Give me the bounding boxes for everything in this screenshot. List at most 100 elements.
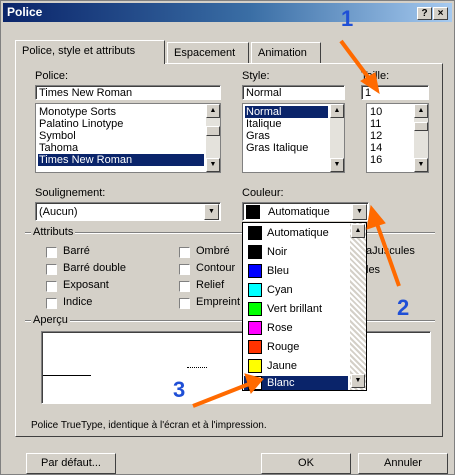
style-option[interactable]: Italique: [245, 118, 328, 130]
style-label: Style:: [242, 70, 270, 82]
style-input[interactable]: Normal: [242, 85, 345, 100]
style-list[interactable]: Normal Italique Gras Gras Italique ▲ ▼: [242, 103, 345, 173]
shadow-checkbox[interactable]: [179, 247, 190, 258]
color-option-pink[interactable]: Rose: [244, 319, 348, 338]
style-option[interactable]: Gras Italique: [245, 142, 328, 154]
outline-label: Contour: [196, 262, 236, 274]
color-option-label: Blanc: [267, 377, 295, 389]
preview-label: Aperçu: [31, 314, 70, 326]
size-scrollbar[interactable]: ▲ ▼: [414, 104, 428, 172]
size-option[interactable]: 12: [369, 130, 382, 142]
color-swatch: [248, 302, 262, 316]
outline-checkbox[interactable]: [179, 264, 190, 275]
subscript-checkbox[interactable]: [46, 298, 57, 309]
preview-note: Police TrueType, identique à l'écran et …: [31, 420, 267, 431]
color-option-cyan[interactable]: Cyan: [244, 281, 348, 300]
scroll-down-icon[interactable]: ▼: [414, 158, 428, 172]
cancel-button[interactable]: Annuler: [358, 453, 448, 474]
caps-label-fragment: aJuscules: [366, 245, 415, 257]
chevron-down-icon[interactable]: ▼: [204, 204, 219, 220]
color-option-label: Rose: [267, 322, 293, 334]
scroll-up-icon[interactable]: ▲: [351, 224, 365, 238]
scroll-down-icon[interactable]: ▼: [206, 158, 220, 172]
tab-font-style-attributes[interactable]: Police, style et attributs: [15, 40, 165, 64]
underline-label: Soulignement:: [35, 187, 106, 199]
color-swatch: [248, 359, 262, 373]
engrave-checkbox[interactable]: [179, 298, 190, 309]
color-option-white[interactable]: Blanc: [244, 376, 348, 390]
color-option-bright-green[interactable]: Vert brillant: [244, 300, 348, 319]
tab-animation[interactable]: Animation: [251, 42, 321, 63]
color-dropdown-scrollbar[interactable]: ▲ ▼: [350, 223, 366, 390]
size-list[interactable]: 10 11 12 14 16 ▲ ▼: [366, 103, 429, 173]
annotation-number-3: 3: [173, 377, 186, 402]
style-option-selected[interactable]: Normal: [245, 106, 328, 118]
subscript-label: Indice: [63, 296, 93, 308]
color-option-black[interactable]: Noir: [244, 243, 348, 262]
size-option[interactable]: 10: [369, 106, 382, 118]
attributes-label: Attributs: [31, 226, 76, 238]
color-option-yellow[interactable]: Jaune: [244, 357, 348, 376]
color-label: Couleur:: [242, 187, 284, 199]
color-option-label: Rouge: [267, 341, 300, 353]
scroll-up-icon[interactable]: ▲: [414, 104, 428, 118]
font-dialog: Police ? × Police, style et attributs Es…: [0, 0, 455, 475]
scroll-down-icon[interactable]: ▼: [330, 158, 344, 172]
color-option-label: Cyan: [267, 284, 293, 296]
ok-button[interactable]: OK: [261, 453, 351, 474]
color-option-blue[interactable]: Bleu: [244, 262, 348, 281]
style-option[interactable]: Gras: [245, 130, 328, 142]
annotation-number-2: 2: [397, 295, 410, 320]
superscript-checkbox[interactable]: [46, 281, 57, 292]
emboss-checkbox[interactable]: [179, 281, 190, 292]
scroll-thumb[interactable]: [414, 122, 428, 131]
strikethrough-checkbox[interactable]: [46, 247, 57, 258]
font-option[interactable]: Monotype Sorts: [38, 106, 204, 118]
annotation-number-1: 1: [341, 6, 354, 31]
color-swatch: [248, 245, 262, 259]
style-scrollbar[interactable]: ▲ ▼: [330, 104, 344, 172]
preview-baseline-left: [43, 375, 91, 376]
default-button[interactable]: Par défaut...: [26, 453, 116, 474]
shadow-label: Ombré: [196, 245, 230, 257]
help-button[interactable]: ?: [417, 7, 432, 20]
color-swatch: [248, 376, 262, 390]
caps-label-fragment: les: [366, 264, 381, 276]
color-option-automatic[interactable]: Automatique: [244, 224, 348, 243]
scroll-up-icon[interactable]: ▲: [206, 104, 220, 118]
font-option[interactable]: Tahoma: [38, 142, 204, 154]
size-label: Taille:: [361, 70, 390, 82]
double-strikethrough-checkbox[interactable]: [46, 264, 57, 275]
color-option-red[interactable]: Rouge: [244, 338, 348, 357]
close-button[interactable]: ×: [433, 7, 448, 20]
scroll-up-icon[interactable]: ▲: [330, 104, 344, 118]
strikethrough-label: Barré: [63, 245, 90, 257]
size-input-value: 1: [365, 87, 372, 99]
font-input[interactable]: Times New Roman: [35, 85, 221, 100]
size-option[interactable]: 11: [369, 118, 381, 130]
tab-spacing[interactable]: Espacement: [167, 42, 249, 63]
color-dropdown-list[interactable]: Automatique Noir Bleu Cyan Vert brillant…: [242, 222, 367, 391]
font-option-selected[interactable]: Times New Roman: [38, 154, 204, 166]
scroll-down-icon[interactable]: ▼: [351, 374, 365, 388]
font-option[interactable]: Symbol: [38, 130, 204, 142]
style-input-value: Normal: [246, 87, 282, 99]
underline-select[interactable]: (Aucun) ▼: [35, 202, 221, 221]
color-swatch: [248, 340, 262, 354]
color-swatch: [248, 226, 262, 240]
scroll-thumb[interactable]: [206, 126, 220, 136]
color-select[interactable]: Automatique ▼: [242, 202, 369, 221]
size-option[interactable]: 14: [369, 142, 382, 154]
color-option-label: Automatique: [267, 227, 329, 239]
size-option[interactable]: 16: [369, 154, 382, 166]
font-option[interactable]: Palatino Linotype: [38, 118, 204, 130]
chevron-down-icon[interactable]: ▼: [352, 204, 367, 220]
superscript-label: Exposant: [63, 279, 109, 291]
title-bar: Police ? ×: [3, 3, 452, 22]
underline-value: (Aucun): [39, 206, 78, 218]
font-scrollbar[interactable]: ▲ ▼: [206, 104, 220, 172]
engrave-label: Empreint: [196, 296, 241, 308]
color-option-label: Vert brillant: [267, 303, 323, 315]
size-input[interactable]: 1: [361, 85, 429, 100]
font-list[interactable]: Monotype Sorts Palatino Linotype Symbol …: [35, 103, 221, 173]
